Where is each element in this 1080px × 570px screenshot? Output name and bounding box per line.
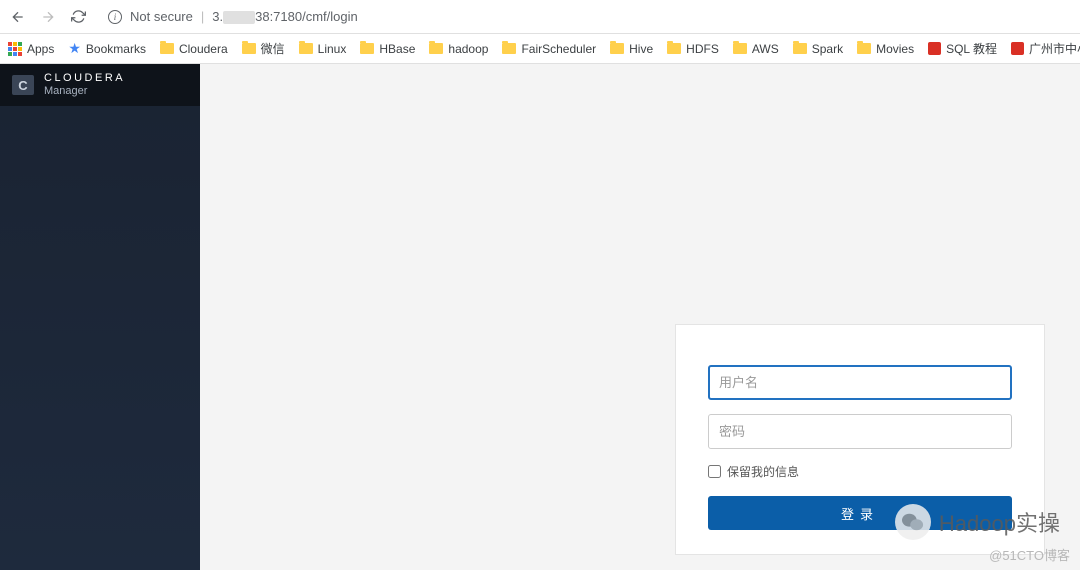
site-icon (1011, 42, 1024, 55)
bookmark-folder-hbase[interactable]: HBase (360, 42, 415, 56)
url-text: 3.38:7180/cmf/login (212, 9, 357, 24)
app-viewport: C CLOUDERA Manager 保留我的信息 登录 Hadoop实操 @5… (0, 64, 1080, 570)
remember-label: 保留我的信息 (727, 463, 799, 480)
wechat-icon (895, 504, 931, 540)
bookmark-folder-hadoop[interactable]: hadoop (429, 42, 488, 56)
folder-icon (667, 43, 681, 54)
apps-icon (8, 42, 22, 56)
forward-button[interactable] (38, 7, 58, 27)
folder-icon (429, 43, 443, 54)
remember-checkbox[interactable] (708, 465, 721, 478)
bookmark-folder-aws[interactable]: AWS (733, 42, 779, 56)
bookmark-gz[interactable]: 广州市中小客车指... (1011, 40, 1080, 57)
username-input[interactable] (708, 365, 1012, 400)
remember-me-row[interactable]: 保留我的信息 (708, 463, 1012, 480)
browser-nav-bar: i Not secure | 3.38:7180/cmf/login (0, 0, 1080, 34)
reload-button[interactable] (68, 7, 88, 27)
folder-icon (160, 43, 174, 54)
folder-icon (502, 43, 516, 54)
url-separator: | (201, 9, 204, 24)
bookmark-folder-hdfs[interactable]: HDFS (667, 42, 719, 56)
watermark-corner-text: @51CTO博客 (989, 545, 1070, 564)
bookmarks-bar: Apps ★ Bookmarks Cloudera 微信 Linux HBase… (0, 34, 1080, 64)
folder-icon (610, 43, 624, 54)
folder-icon (733, 43, 747, 54)
address-bar[interactable]: i Not secure | 3.38:7180/cmf/login (98, 5, 1072, 29)
password-input[interactable] (708, 414, 1012, 449)
star-icon: ★ (68, 40, 81, 57)
bookmark-folder-cloudera[interactable]: Cloudera (160, 42, 228, 56)
bookmark-bookmarks[interactable]: ★ Bookmarks (68, 40, 146, 57)
logo-icon: C (12, 75, 34, 95)
folder-icon (242, 43, 256, 54)
bookmark-folder-hive[interactable]: Hive (610, 42, 653, 56)
bookmark-folder-movies[interactable]: Movies (857, 42, 914, 56)
watermark-bubble: Hadoop实操 (895, 504, 1060, 540)
watermark-bubble-text: Hadoop实操 (939, 506, 1060, 538)
security-status: Not secure (130, 9, 193, 24)
sidebar-header[interactable]: C CLOUDERA Manager (0, 64, 200, 106)
bookmark-folder-spark[interactable]: Spark (793, 42, 843, 56)
bookmark-folder-wechat[interactable]: 微信 (242, 40, 285, 57)
brand-title: CLOUDERA (44, 73, 125, 84)
back-button[interactable] (8, 7, 28, 27)
site-icon (928, 42, 941, 55)
url-redacted (223, 11, 255, 24)
site-info-icon[interactable]: i (108, 10, 122, 24)
main-content: 保留我的信息 登录 Hadoop实操 @51CTO博客 (200, 64, 1080, 570)
apps-button[interactable]: Apps (8, 42, 54, 56)
bookmark-sql[interactable]: SQL 教程 (928, 40, 997, 57)
bookmark-folder-fairscheduler[interactable]: FairScheduler (502, 42, 596, 56)
folder-icon (299, 43, 313, 54)
folder-icon (857, 43, 871, 54)
bookmark-folder-linux[interactable]: Linux (299, 42, 347, 56)
folder-icon (360, 43, 374, 54)
sidebar: C CLOUDERA Manager (0, 64, 200, 570)
brand-subtitle: Manager (44, 86, 125, 97)
folder-icon (793, 43, 807, 54)
